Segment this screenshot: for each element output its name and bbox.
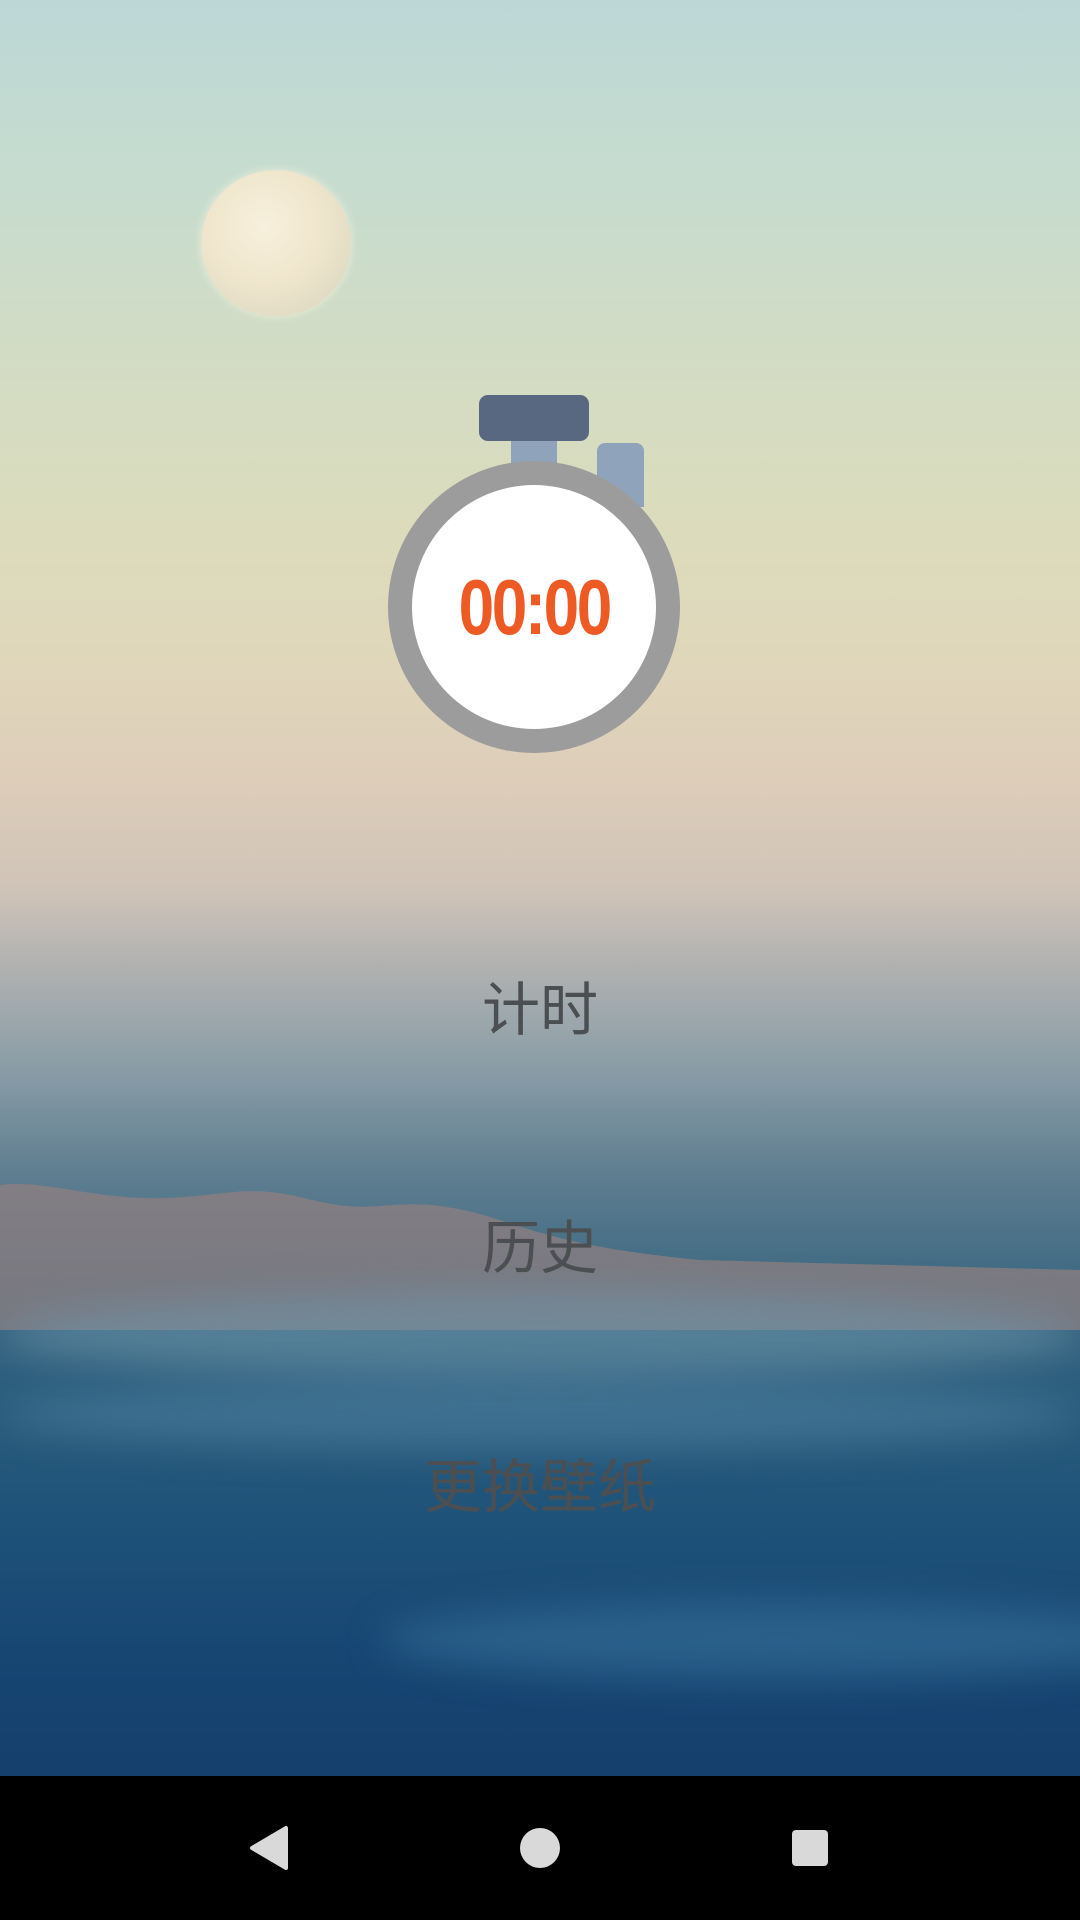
stopwatch-cap (479, 395, 589, 441)
app-screen: 00:00 计时 历史 更换壁纸 (0, 0, 1080, 1920)
home-button[interactable] (504, 1812, 576, 1884)
back-button[interactable] (234, 1812, 306, 1884)
timer-display: 00:00 (458, 562, 612, 651)
recents-square-icon (792, 1830, 828, 1866)
cloud-layer (0, 1290, 1080, 1380)
recents-button[interactable] (774, 1812, 846, 1884)
menu-item-timing[interactable]: 计时 (0, 970, 1080, 1050)
menu-item-history[interactable]: 历史 (0, 1208, 1080, 1288)
back-triangle-icon (250, 1826, 288, 1870)
cloud-layer (380, 1600, 1080, 1680)
navigation-bar (0, 1776, 1080, 1920)
moon-image (201, 170, 351, 316)
cloud-layer (0, 1380, 1080, 1450)
menu-item-change-wallpaper[interactable]: 更换壁纸 (0, 1447, 1080, 1527)
home-circle-icon (520, 1828, 560, 1868)
stopwatch-graphic: 00:00 (388, 393, 680, 753)
stopwatch-face: 00:00 (412, 485, 656, 729)
